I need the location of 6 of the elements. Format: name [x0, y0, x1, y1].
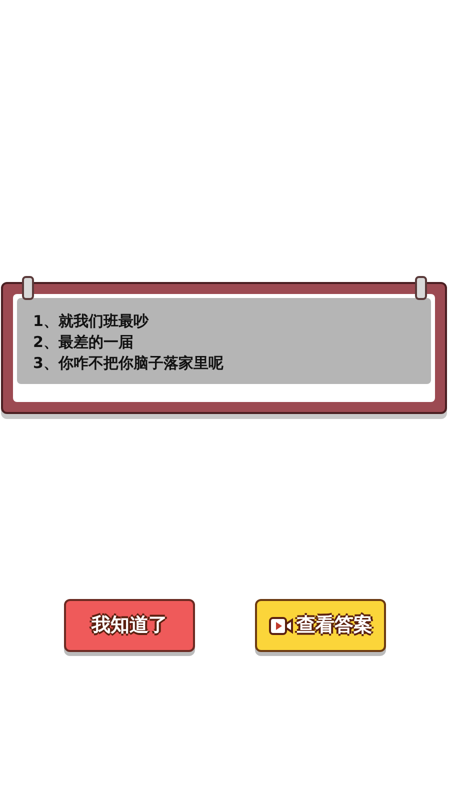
pin-icon — [415, 276, 427, 300]
list-line: 3、你咋不把你脑子落家里呢 — [33, 354, 224, 373]
pin-icon — [22, 276, 34, 300]
list-line: 2、最差的一届 — [33, 333, 134, 352]
video-camera-icon — [268, 616, 292, 634]
list-line: 1、就我们班最吵 — [33, 312, 150, 331]
